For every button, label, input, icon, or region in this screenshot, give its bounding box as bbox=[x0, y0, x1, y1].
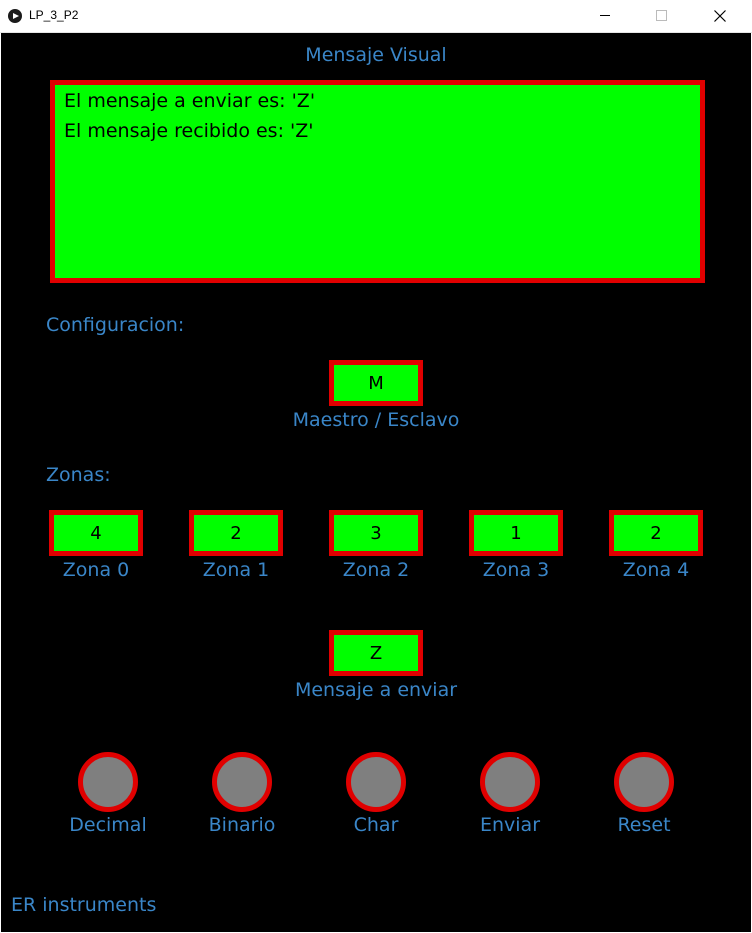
message-value[interactable]: Z bbox=[329, 630, 423, 676]
reset-button[interactable] bbox=[614, 752, 674, 812]
zone-1-label: Zona 1 bbox=[202, 559, 270, 581]
display-line-sent: El mensaje a enviar es: 'Z' bbox=[64, 90, 316, 112]
window-title: LP_3_P2 bbox=[29, 8, 79, 22]
maximize-button[interactable] bbox=[638, 0, 684, 32]
zone-3-value[interactable]: 1 bbox=[469, 510, 563, 556]
close-icon bbox=[714, 10, 726, 22]
master-slave-toggle[interactable]: M bbox=[329, 360, 423, 406]
close-button[interactable] bbox=[696, 0, 742, 32]
char-label: Char bbox=[353, 814, 399, 836]
footer-brand: ER instruments bbox=[11, 894, 157, 916]
binary-label: Binario bbox=[208, 814, 276, 836]
minimize-button[interactable] bbox=[582, 0, 628, 32]
zone-1-value[interactable]: 2 bbox=[189, 510, 283, 556]
zone-0-label: Zona 0 bbox=[62, 559, 130, 581]
display-line-received: El mensaje recibido es: 'Z' bbox=[64, 120, 314, 142]
zone-2-label: Zona 2 bbox=[342, 559, 410, 581]
message-display: El mensaje a enviar es: 'Z' El mensaje r… bbox=[50, 80, 705, 283]
send-button[interactable] bbox=[480, 752, 540, 812]
app-icon bbox=[8, 9, 22, 23]
char-button[interactable] bbox=[346, 752, 406, 812]
zones-heading: Zonas: bbox=[46, 464, 111, 486]
zone-3-label: Zona 3 bbox=[482, 559, 550, 581]
zone-4-value[interactable]: 2 bbox=[609, 510, 703, 556]
message-label: Mensaje a enviar bbox=[294, 679, 458, 701]
title-bar: LP_3_P2 bbox=[0, 0, 752, 33]
binary-button[interactable] bbox=[212, 752, 272, 812]
master-slave-label: Maestro / Esclavo bbox=[292, 409, 460, 431]
reset-label: Reset bbox=[617, 814, 671, 836]
decimal-label: Decimal bbox=[69, 814, 147, 836]
zone-2-value[interactable]: 3 bbox=[329, 510, 423, 556]
app-canvas: Mensaje Visual El mensaje a enviar es: '… bbox=[1, 33, 751, 932]
zone-0-value[interactable]: 4 bbox=[49, 510, 143, 556]
send-label: Enviar bbox=[479, 814, 541, 836]
display-heading: Mensaje Visual bbox=[305, 44, 447, 66]
config-heading: Configuracion: bbox=[46, 314, 185, 336]
zone-4-label: Zona 4 bbox=[622, 559, 690, 581]
decimal-button[interactable] bbox=[78, 752, 138, 812]
